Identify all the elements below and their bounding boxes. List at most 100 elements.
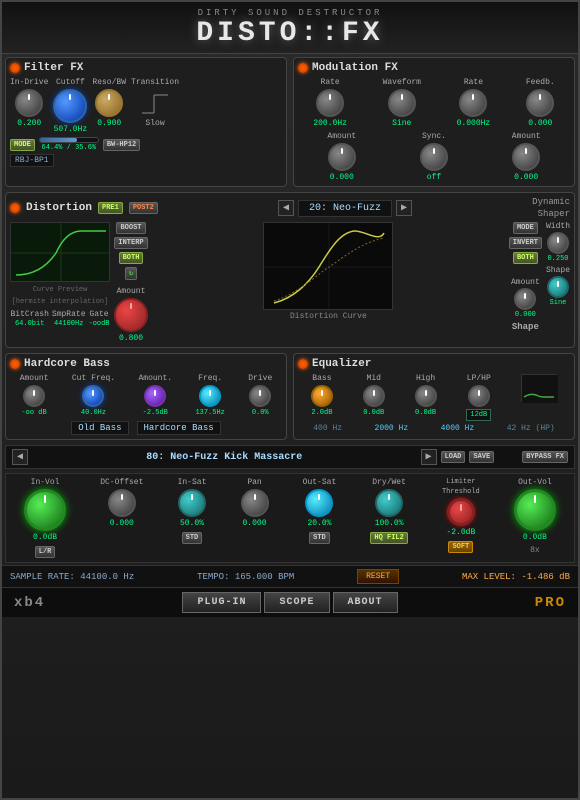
std2-btn[interactable]: STD <box>309 532 330 544</box>
eq-freq1: 400 Hz <box>313 424 342 433</box>
transition-graphic <box>140 91 170 115</box>
filter-mode-display: RBJ-BP1 <box>10 154 54 167</box>
bypass-fx-btn[interactable]: BYPASS FX <box>522 451 568 463</box>
pre1-btn[interactable]: PRE1 <box>98 202 123 214</box>
filter-reso: Reso/BW 0.900 <box>92 78 126 128</box>
plugin-tab[interactable]: PLUG-IN <box>182 592 261 613</box>
both-btn[interactable]: BOTH <box>119 252 144 264</box>
equalizer-section: Equalizer Bass 2.0dB Mid 0.0dB High 0.0d… <box>293 353 575 440</box>
scope-tab[interactable]: SCOPE <box>264 592 329 613</box>
main-outsat: Out-Sat 20.0% STD <box>303 478 337 544</box>
soft-btn[interactable]: SOFT <box>448 541 473 553</box>
load-btn[interactable]: LOAD <box>441 451 466 463</box>
brand-left: xb4 <box>14 595 45 611</box>
bass-cutfreq-knob[interactable] <box>82 385 104 407</box>
insat-knob[interactable] <box>178 489 206 517</box>
outvol-knob[interactable] <box>514 489 556 531</box>
hqfil2-btn[interactable]: HQ FIL2 <box>370 532 407 544</box>
bass-freq-knob[interactable] <box>199 385 221 407</box>
eq-mid: Mid 0.0dB <box>363 374 385 417</box>
mod-amount-knob[interactable] <box>328 143 356 171</box>
shape-knob[interactable] <box>547 276 569 298</box>
reset-btn[interactable]: RESET <box>357 569 399 584</box>
preset-bar: ◀ 80: Neo-Fuzz Kick Massacre ▶ LOAD SAVE… <box>5 445 575 469</box>
eq-high-knob[interactable] <box>415 385 437 407</box>
distortion-curve-label: Distortion Curve <box>290 312 367 321</box>
eq-power-led[interactable] <box>298 359 308 369</box>
preset-prev-btn[interactable]: ◀ <box>278 200 294 216</box>
invol-knob[interactable] <box>24 489 66 531</box>
filter-reso-knob[interactable] <box>95 89 123 117</box>
eq-mid-knob[interactable] <box>363 385 385 407</box>
brand-right: PRO <box>535 595 566 611</box>
tab-group: PLUG-IN SCOPE ABOUT <box>182 592 397 613</box>
eq-lphp-knob[interactable] <box>468 385 490 407</box>
filter-slider[interactable] <box>39 137 99 143</box>
filter-cutoff-knob[interactable] <box>53 89 87 123</box>
mod-rate2-knob[interactable] <box>459 89 487 117</box>
filter-mode-btn[interactable]: MODE <box>10 139 35 151</box>
filter-mode2-btn[interactable]: BW-HP12 <box>103 139 140 151</box>
eq-bass-knob[interactable] <box>311 385 333 407</box>
header: Dirty Sound Destructor DISTO::FX <box>2 2 578 54</box>
shaper-label: Shape <box>512 322 539 332</box>
filter-fx-section: Filter FX In-Drive 0.200 Cutoff 507.0Hz … <box>5 57 287 187</box>
mod-waveform: Waveform Sine <box>383 78 421 128</box>
save-btn[interactable]: SAVE <box>469 451 494 463</box>
preset-next-btn[interactable]: ▶ <box>396 200 412 216</box>
filter-indrive: In-Drive 0.200 <box>10 78 48 128</box>
bass-drive-knob[interactable] <box>249 385 271 407</box>
mod-amount2-knob[interactable] <box>512 143 540 171</box>
bass-freq: Freq. 137.5Hz <box>195 374 224 417</box>
distortion-preset-name: 20: Neo-Fuzz <box>298 200 392 217</box>
eq-bass: Bass 2.0dB <box>311 374 333 417</box>
header-subtitle: Dirty Sound Destructor <box>2 8 578 18</box>
main-pan: Pan 0.000 <box>241 478 269 528</box>
bass-preset2[interactable]: Hardcore Bass <box>137 421 221 435</box>
refresh-btn[interactable]: ↻ <box>125 267 137 280</box>
std-btn[interactable]: STD <box>182 532 203 544</box>
mod-rate-knob[interactable] <box>316 89 344 117</box>
filter-indrive-knob[interactable] <box>15 89 43 117</box>
threshold-knob[interactable] <box>447 498 475 526</box>
both2-btn[interactable]: BOTH <box>513 252 538 264</box>
outsat-knob[interactable] <box>305 489 333 517</box>
dcoffset-knob[interactable] <box>108 489 136 517</box>
eq-freq3: 4000 Hz <box>441 424 475 433</box>
header-title: DISTO::FX <box>2 18 578 49</box>
mod-sync-knob[interactable] <box>420 143 448 171</box>
bass-amount-knob[interactable] <box>23 385 45 407</box>
bass-amount2-knob[interactable] <box>144 385 166 407</box>
distortion-amount-knob[interactable] <box>114 298 148 332</box>
bass-preset1[interactable]: Old Bass <box>71 421 128 435</box>
post2-btn[interactable]: POST2 <box>129 202 158 214</box>
bass-power-led[interactable] <box>10 359 20 369</box>
tempo-display: TEMPO: 165.000 BPM <box>197 572 294 582</box>
lr-btn[interactable]: L/R <box>35 546 56 558</box>
interp-btn[interactable]: INTERP <box>114 237 147 249</box>
drywet-knob[interactable] <box>375 489 403 517</box>
boost-btn[interactable]: BOOST <box>116 222 145 234</box>
eq-freq2: 2000 Hz <box>375 424 409 433</box>
width-knob[interactable] <box>547 232 569 254</box>
mode-btn[interactable]: MODE <box>513 222 538 234</box>
hardcore-bass-section: Hardcore Bass Amount -oo dB Cut Freq. 40… <box>5 353 287 440</box>
distortion-power-led[interactable] <box>10 203 20 213</box>
pan-knob[interactable] <box>241 489 269 517</box>
dist-amount-knob[interactable] <box>514 288 536 310</box>
x8-label: 8x <box>530 546 540 555</box>
invert-btn[interactable]: INVERT <box>509 237 542 249</box>
filter-power-led[interactable] <box>10 63 20 73</box>
bottom-tabs: xb4 PLUG-IN SCOPE ABOUT PRO <box>2 587 578 617</box>
mod-rate: Rate 200.0Hz <box>313 78 347 128</box>
main-preset-prev[interactable]: ◀ <box>12 449 28 465</box>
mod-power-led[interactable] <box>298 63 308 73</box>
mod-feedb-knob[interactable] <box>526 89 554 117</box>
filter-transition: Transition Slow <box>131 78 179 128</box>
eq-lphp: LP/HP 12dB <box>466 374 491 421</box>
main-preset-next[interactable]: ▶ <box>421 449 437 465</box>
mod-waveform-knob[interactable] <box>388 89 416 117</box>
about-tab[interactable]: ABOUT <box>333 592 398 613</box>
curve-interpolation-label: [hermite interpolation] <box>12 298 109 306</box>
main-preset-name: 80: Neo-Fuzz Kick Massacre <box>32 452 417 463</box>
